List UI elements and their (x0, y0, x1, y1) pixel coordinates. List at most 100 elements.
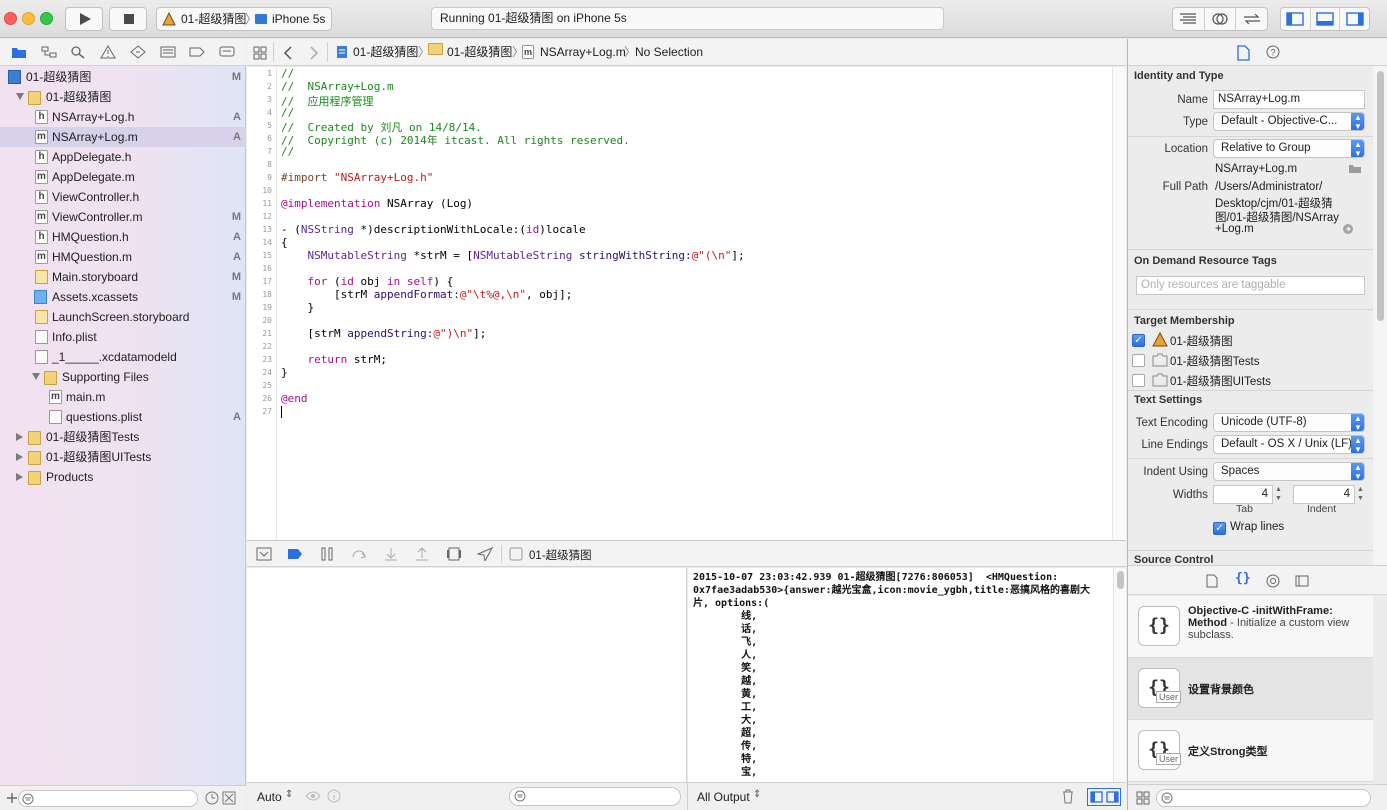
library-item[interactable]: {} Objective-C -initWithFrame: Method - … (1128, 596, 1373, 658)
auto-scope-selector[interactable]: Auto (257, 790, 282, 804)
file-tree-row[interactable]: m HMQuestion.m A (0, 247, 246, 267)
odr-tags-input[interactable]: Only resources are taggable (1136, 276, 1365, 295)
quick-look-eye-icon[interactable] (305, 790, 321, 802)
indent-width-stepper[interactable]: ▲ ▼ (1356, 485, 1365, 504)
info-icon[interactable] (327, 789, 341, 803)
library-filter-input[interactable] (1156, 789, 1371, 807)
disclosure-open-icon[interactable] (32, 373, 40, 380)
breakpoints-toggle-icon[interactable] (287, 547, 303, 561)
folder-icon[interactable] (11, 45, 27, 59)
forward-arrow-icon[interactable] (309, 46, 319, 60)
file-tree-row[interactable]: 01-超级猜图 (0, 87, 246, 107)
folder-icon[interactable] (1348, 163, 1362, 174)
file-tree-row[interactable]: Supporting Files (0, 367, 246, 387)
recent-files-icon[interactable] (205, 791, 219, 805)
file-inspector-icon[interactable] (1236, 45, 1250, 61)
location-arrow-icon[interactable] (477, 547, 493, 561)
type-popup[interactable]: Default - Objective-C... ▲ ▼ (1213, 112, 1365, 131)
file-tree-row[interactable]: m main.m (0, 387, 246, 407)
step-into-icon[interactable] (383, 547, 399, 561)
location-popup[interactable]: Relative to Group ▲ ▼ (1213, 139, 1365, 158)
console-scrollbar[interactable] (1113, 568, 1126, 782)
add-icon[interactable] (5, 791, 19, 805)
console-scroll-thumb[interactable] (1117, 571, 1124, 589)
standard-editor-button[interactable] (1173, 8, 1205, 30)
console-output[interactable]: 2015-10-07 23:03:42.939 01-超级猜图[7276:806… (688, 568, 1126, 782)
version-editor-button[interactable] (1236, 8, 1267, 30)
file-tree-row[interactable]: h HMQuestion.h A (0, 227, 246, 247)
variables-filter-input[interactable] (509, 787, 681, 806)
library-item[interactable]: {} User 定义Strong类型 (1128, 720, 1373, 782)
target-checkbox-tests[interactable] (1132, 354, 1145, 367)
debug-process-name[interactable]: 01-超级猜图 (529, 547, 592, 563)
file-tree-row[interactable]: 01-超级猜图Tests (0, 427, 246, 447)
name-field[interactable]: NSArray+Log.m (1213, 90, 1365, 109)
step-out-icon[interactable] (414, 547, 430, 561)
indent-popup[interactable]: Spaces ▲ ▼ (1213, 462, 1365, 481)
tab-width-stepper[interactable]: ▲ ▼ (1274, 485, 1283, 504)
file-tree-row[interactable]: 01-超级猜图 M (0, 67, 246, 87)
disclosure-closed-icon[interactable] (16, 453, 23, 461)
assistant-editor-button[interactable] (1205, 8, 1237, 30)
file-tree-row[interactable]: Products (0, 467, 246, 487)
jump-bar-group[interactable]: 01-超级猜图 (447, 39, 512, 65)
disclosure-closed-icon[interactable] (16, 473, 23, 481)
step-over-icon[interactable] (351, 547, 367, 561)
jump-bar-selection[interactable]: No Selection (635, 39, 703, 65)
file-tree-row[interactable]: m NSArray+Log.m A (0, 127, 246, 147)
toggle-navigator-button[interactable] (1281, 8, 1311, 30)
toggle-utilities-button[interactable] (1340, 8, 1369, 30)
report-navigator-icon[interactable] (219, 45, 235, 59)
disclosure-closed-icon[interactable] (16, 433, 23, 441)
toggle-debug-area-button[interactable] (1311, 8, 1341, 30)
search-icon[interactable] (70, 45, 86, 59)
debug-navigator-icon[interactable] (160, 45, 176, 59)
source-editor[interactable]: 1 2 3 4 5 6 7 8 9 10 11 12 13 14 15 16 17 18 19 20 21 22 23 24 2… (247, 67, 1126, 540)
run-button[interactable] (65, 7, 103, 31)
variables-view[interactable] (247, 568, 687, 782)
media-library-icon[interactable] (1295, 574, 1309, 588)
file-tree-row[interactable]: h NSArray+Log.h A (0, 107, 246, 127)
jump-bar-file[interactable]: NSArray+Log.m (540, 39, 626, 65)
file-tree-row[interactable]: _1_____.xcdatamodeld (0, 347, 246, 367)
object-library-icon[interactable] (1266, 574, 1280, 588)
reveal-arrow-icon[interactable] (1342, 223, 1354, 235)
file-tree-row[interactable]: m AppDelegate.m (0, 167, 246, 187)
code-snippet-icon[interactable]: {} (1235, 571, 1251, 586)
symbol-navigator-icon[interactable] (41, 45, 57, 59)
file-tree-row[interactable]: Assets.xcassets M (0, 287, 246, 307)
line-endings-popup[interactable]: Default - OS X / Unix (LF) ▲ ▼ (1213, 435, 1365, 454)
file-tree-row[interactable]: 01-超级猜图UITests (0, 447, 246, 467)
file-tree-row[interactable]: h ViewController.h (0, 187, 246, 207)
view-hierarchy-icon[interactable] (446, 547, 462, 561)
target-checkbox-app[interactable]: ✓ (1132, 334, 1145, 347)
zoom-window-button[interactable] (40, 12, 53, 25)
grid-view-icon[interactable] (1136, 791, 1150, 805)
split-left-icon[interactable] (1088, 789, 1104, 805)
back-arrow-icon[interactable] (283, 46, 293, 60)
console-layout-control[interactable] (1087, 788, 1121, 806)
wrap-lines-checkbox[interactable]: ✓ (1213, 522, 1226, 535)
encoding-popup[interactable]: Unicode (UTF-8) ▲ ▼ (1213, 413, 1365, 432)
test-navigator-icon[interactable] (130, 45, 146, 59)
warning-icon[interactable] (100, 45, 116, 59)
trash-icon[interactable] (1061, 789, 1075, 804)
tab-width-field[interactable]: 4 (1213, 485, 1273, 504)
file-tree-row[interactable]: h AppDelegate.h (0, 147, 246, 167)
indent-width-field[interactable]: 4 (1293, 485, 1355, 504)
inspector-scroll-thumb[interactable] (1377, 71, 1384, 321)
navigator-filter-input[interactable] (18, 790, 198, 807)
close-window-button[interactable] (4, 12, 17, 25)
scm-filter-icon[interactable] (222, 791, 236, 805)
hide-debug-area-icon[interactable] (256, 547, 272, 561)
editor-scrollbar[interactable] (1112, 67, 1126, 540)
file-tree-row[interactable]: questions.plist A (0, 407, 246, 427)
library-item[interactable]: {} User 设置背景颜色 (1128, 658, 1373, 720)
jump-bar-project[interactable]: 01-超级猜图 (353, 39, 418, 65)
output-selector[interactable]: All Output (697, 790, 750, 804)
stop-button[interactable] (109, 7, 147, 31)
minimize-window-button[interactable] (22, 12, 35, 25)
target-checkbox-uitests[interactable] (1132, 374, 1145, 387)
disclosure-open-icon[interactable] (16, 93, 24, 100)
related-items-icon[interactable] (253, 46, 267, 60)
